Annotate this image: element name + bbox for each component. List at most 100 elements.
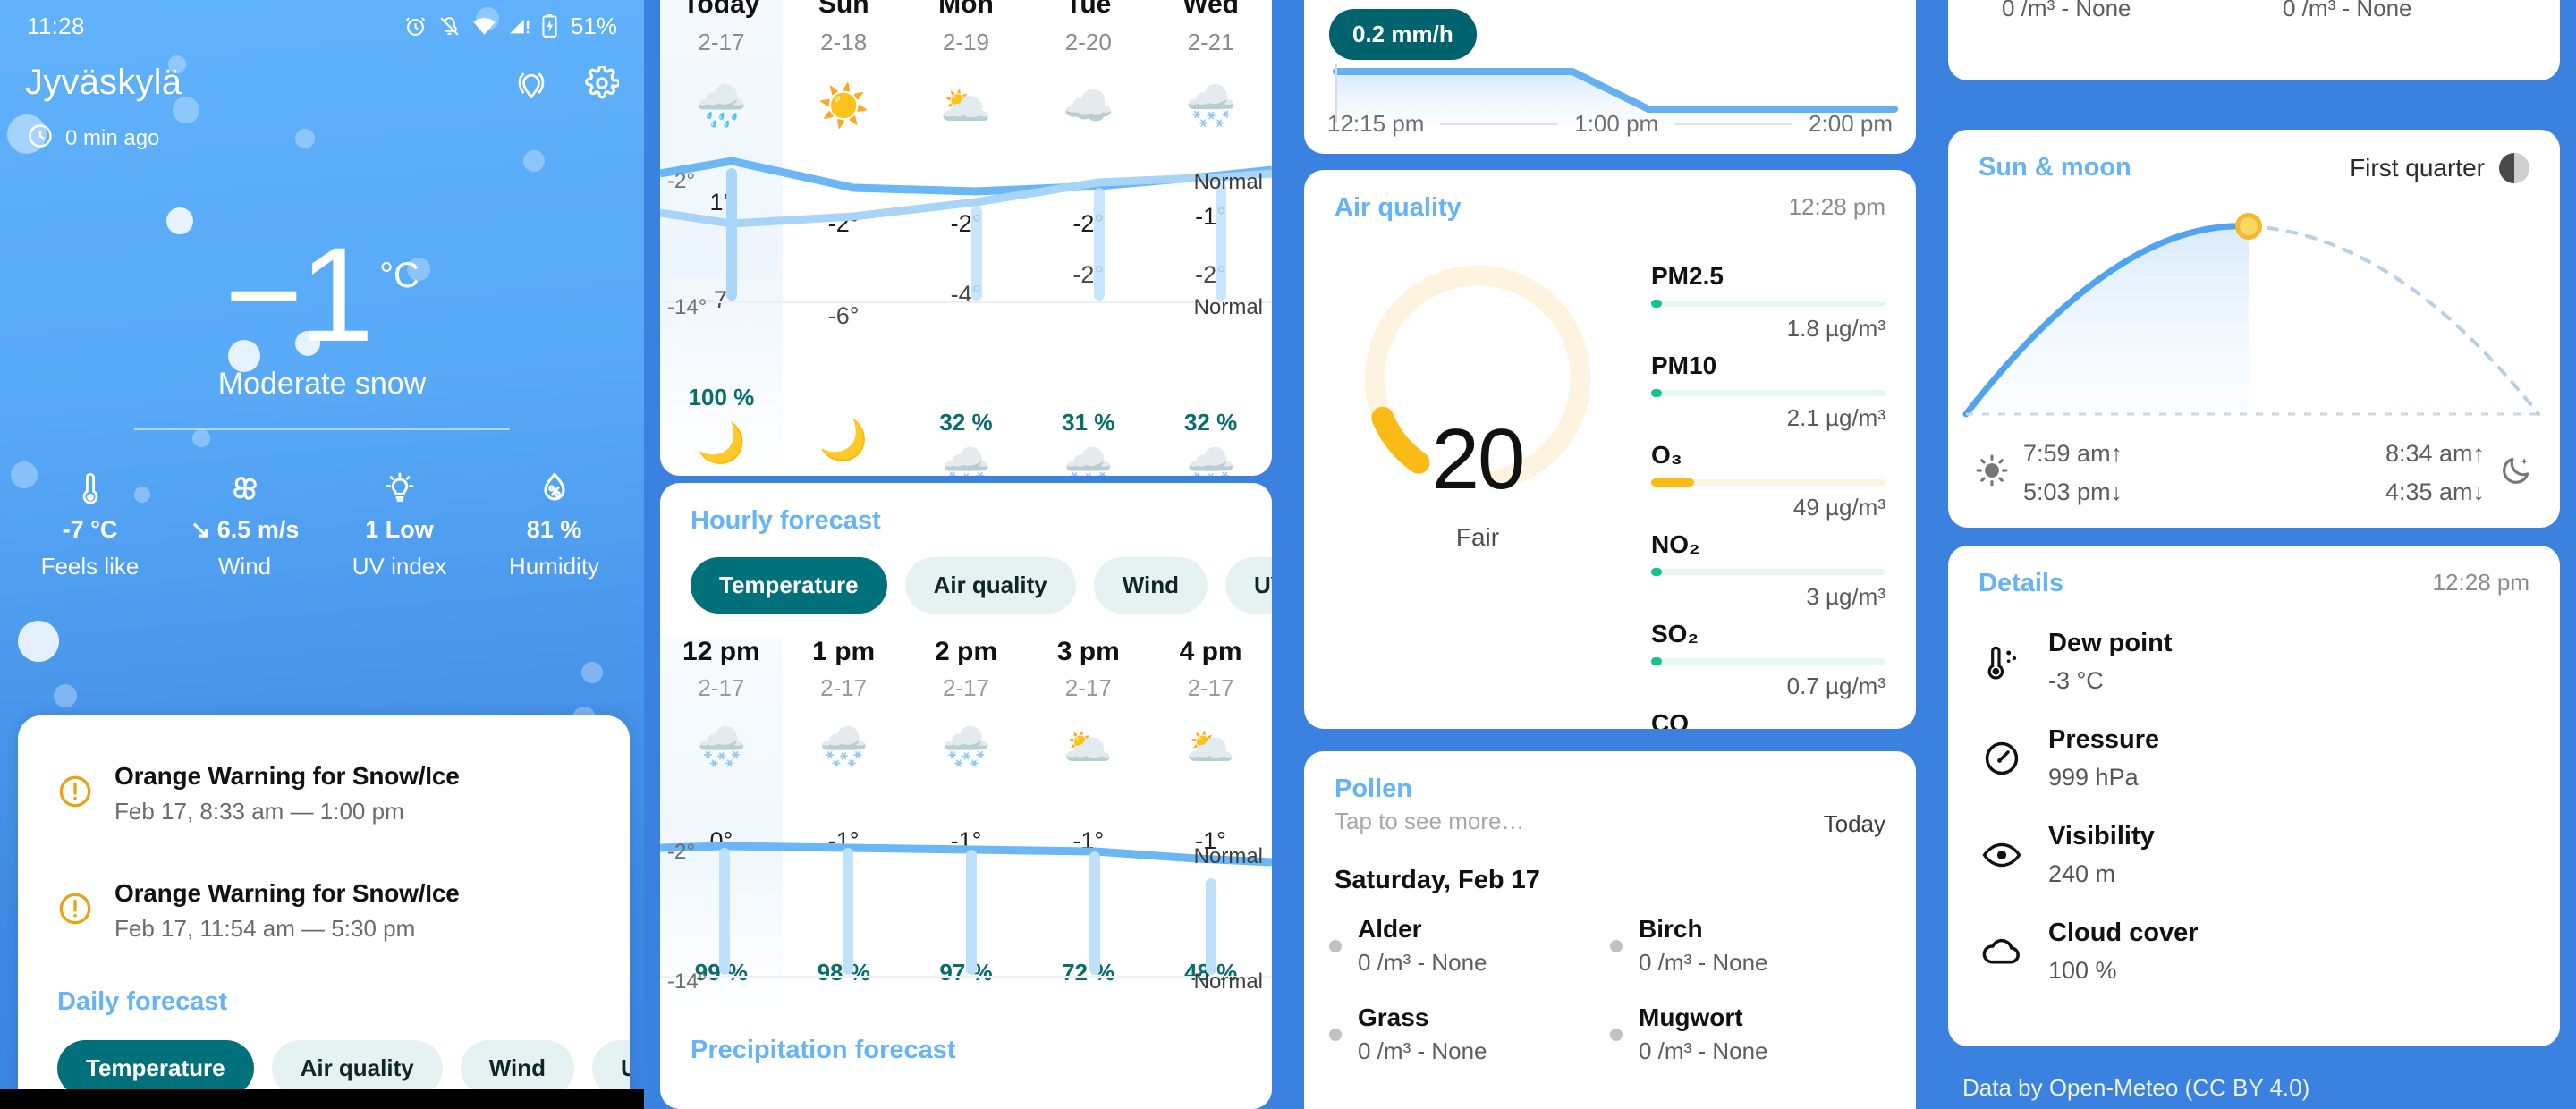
hour-temp: -1° <box>1072 827 1105 854</box>
wifi-icon <box>472 16 496 36</box>
precip-probability: 98 % <box>817 959 870 986</box>
pollutant-name: PM10 <box>1651 351 1717 379</box>
hourly-forecast-grid: 12 pm 2-17 🌨️ 0° 99 % 1 pm 2-17 🌨️ -1° 9… <box>660 637 1272 1012</box>
pollutant-name: PM2.5 <box>1651 262 1724 290</box>
pollen-item: Birch 0 /m³ - None <box>1610 915 1891 977</box>
tab-wind[interactable]: Wind <box>1093 557 1208 614</box>
moon-phase-icon <box>2499 153 2529 183</box>
daily-forecast-grid: Today 2-17 🌧️ 1° -7° 100 % 🌙 Sun 2-18 ☀️ <box>660 0 1272 476</box>
precip-probability: 72 % <box>1062 959 1115 986</box>
column-daily-hourly: Today 2-17 🌧️ 1° -7° 100 % 🌙 Sun 2-18 ☀️ <box>644 0 1288 1109</box>
warning-item[interactable]: Orange Warning for Snow/Ice Feb 17, 8:33… <box>18 742 630 834</box>
rain-cloud-icon: 🌧️ <box>695 81 748 129</box>
pollen-item: Olive 0 /m³ - None <box>1973 0 2254 22</box>
pollen-value: 0 /m³ - None <box>2283 0 2412 21</box>
daily-forecast-tabs: Temperature Air quality Wind UV index <box>18 1017 630 1096</box>
sunset-time: 5:03 pm↓ <box>2023 478 2123 505</box>
daily-normal-label-bottom: Normal <box>1193 295 1263 319</box>
pollen-item: Grass 0 /m³ - None <box>1329 1003 1610 1065</box>
metric-label: Wind <box>217 553 272 580</box>
metric-uv-index: 1 Low UV index <box>322 468 477 580</box>
cloud-icon <box>1980 935 2023 968</box>
date-label: 2-17 <box>942 674 990 701</box>
hourly-forecast-column[interactable]: 1 pm 2-17 🌨️ -1° 98 % <box>783 637 905 1012</box>
metric-value: -7 °C <box>62 516 118 543</box>
pollen-value: 0 /m³ - None <box>2002 0 2131 21</box>
pollutant-bar <box>1651 300 1885 308</box>
current-temperature-value: −1 <box>225 219 374 369</box>
axis-line <box>1674 123 1793 125</box>
page-title: Jyväskylä <box>25 63 182 102</box>
hourly-normal-label-top: Normal <box>1193 844 1263 868</box>
tab-wind[interactable]: Wind <box>460 1040 575 1096</box>
daily-forecast-column[interactable]: Wed 2-21 🌨️ -1° -2° 32 % 🌨️ <box>1149 0 1272 476</box>
aqi-value: 20 <box>1431 411 1526 507</box>
current-condition-label: Moderate snow <box>217 367 427 401</box>
detail-row-cloud-cover: Cloud cover 100 % <box>1948 919 2560 985</box>
moon-icon <box>2499 453 2533 494</box>
hourly-forecast-column[interactable]: 4 pm 2-17 🌥️ -1° 48 % <box>1149 637 1272 1012</box>
pollen-level-dot <box>1329 939 1342 952</box>
weather-app-screen: 11:28 51% Jyväskylä 0 min ago −1 °C Mode… <box>0 0 2576 1109</box>
tab-temperature[interactable]: Temperature <box>691 557 887 614</box>
tab-air-quality[interactable]: Air quality <box>271 1040 443 1096</box>
air-quality-gauge: 20 Fair <box>1335 232 1621 719</box>
tab-air-quality[interactable]: Air quality <box>904 557 1076 614</box>
snow-icon: 🌨️ <box>941 446 991 476</box>
metric-value: ↘ 6.5 m/s <box>190 516 300 543</box>
axis-tick: 12:15 pm <box>1327 110 1425 137</box>
daily-forecast-heading: Daily forecast <box>57 987 228 1016</box>
alarm-icon <box>404 15 427 38</box>
precip-probability: 31 % <box>1062 409 1115 436</box>
precip-probability: 32 % <box>1183 409 1238 436</box>
low-temp: -6° <box>827 302 860 329</box>
air-quality-timestamp: 12:28 pm <box>1788 193 1885 220</box>
precip-probability: 97 % <box>939 959 993 986</box>
tab-uv-index[interactable]: UV index <box>592 1040 630 1096</box>
sunrise-time: 7:59 am↑ <box>2023 440 2123 467</box>
last-refresh-row[interactable]: 0 min ago <box>0 103 644 154</box>
air-quality-header: Air quality 12:28 pm <box>1304 170 1916 223</box>
pollen-name: Birch <box>1639 915 1703 943</box>
hourly-axis-top-label: -2° <box>667 840 695 864</box>
hour-temp: -1° <box>950 827 982 854</box>
sheet-drag-handle[interactable] <box>307 715 341 724</box>
pollen-item: Mugwort 0 /m³ - None <box>1610 1003 1891 1065</box>
hero-header: Jyväskylä <box>0 52 644 103</box>
sun-arc-chart <box>1962 213 2542 418</box>
date-label: 2-18 <box>820 29 868 55</box>
pollutant-row: SO₂ 0.7 µg/m³ <box>1651 620 1885 700</box>
gear-icon[interactable] <box>585 65 619 100</box>
pollen-item: Alder 0 /m³ - None <box>1329 915 1610 977</box>
snow-cloud-icon: 🌨️ <box>697 725 746 769</box>
sun-moon-card[interactable]: Sun & moon First quarter 7:59 am↑ 5:03 p… <box>1948 130 2560 528</box>
high-temp: -2° <box>1072 210 1105 237</box>
daily-forecast-column[interactable]: Sun 2-18 ☀️ -2° -6° 🌙 <box>783 0 905 476</box>
hourly-forecast-column[interactable]: 2 pm 2-17 🌨️ -1° 97 % <box>905 637 1028 1012</box>
column-air-quality-pollen: 0.2 mm/h 12:15 pm 1:00 pm 2:00 pm Air qu… <box>1288 0 1932 1109</box>
hourly-forecast-column[interactable]: 12 pm 2-17 🌨️ 0° 99 % <box>660 637 783 1012</box>
location-search-icon[interactable] <box>513 65 549 101</box>
daily-forecast-column[interactable]: Mon 2-19 🌥️ -2° -4° 32 % 🌨️ <box>905 0 1028 476</box>
tab-uv-index[interactable]: UV index <box>1225 557 1272 614</box>
tab-temperature[interactable]: Temperature <box>57 1040 254 1096</box>
warning-item[interactable]: Orange Warning for Snow/Ice Feb 17, 11:5… <box>18 834 630 952</box>
snow-icon: 🌨️ <box>1184 81 1237 129</box>
detail-name: Cloud cover <box>2048 919 2199 947</box>
moon-cloud-icon: 🌙 <box>818 419 869 462</box>
moon-phase-indicator: First quarter <box>2350 153 2529 183</box>
day-label: Tue <box>1065 0 1112 19</box>
daily-forecast-column[interactable]: Tue 2-20 ☁️ -2° -2° 31 % 🌨️ <box>1027 0 1149 476</box>
pollen-card[interactable]: Pollen Tap to see more… Today Saturday, … <box>1304 751 1916 1109</box>
moonrise-moonset-group: 8:34 am↑ 4:35 am↓ <box>2385 440 2533 506</box>
pollutant-row: O₃ 49 µg/m³ <box>1651 441 1885 521</box>
air-quality-card[interactable]: Air quality 12:28 pm 20 Fair PM2.5 1.8 µ… <box>1304 170 1916 729</box>
metric-label: UV index <box>352 553 447 580</box>
hourly-forecast-column[interactable]: 3 pm 2-17 🌥️ -1° 72 % <box>1027 637 1149 1012</box>
status-bar-clock: 11:28 <box>27 12 85 39</box>
metric-value: 81 % <box>526 516 582 543</box>
pollutant-row: PM2.5 1.8 µg/m³ <box>1651 262 1885 343</box>
pollen-range-label: Today <box>1823 810 1885 837</box>
precip-probability: 32 % <box>939 409 993 436</box>
daily-forecast-column[interactable]: Today 2-17 🌧️ 1° -7° 100 % 🌙 <box>660 0 783 476</box>
